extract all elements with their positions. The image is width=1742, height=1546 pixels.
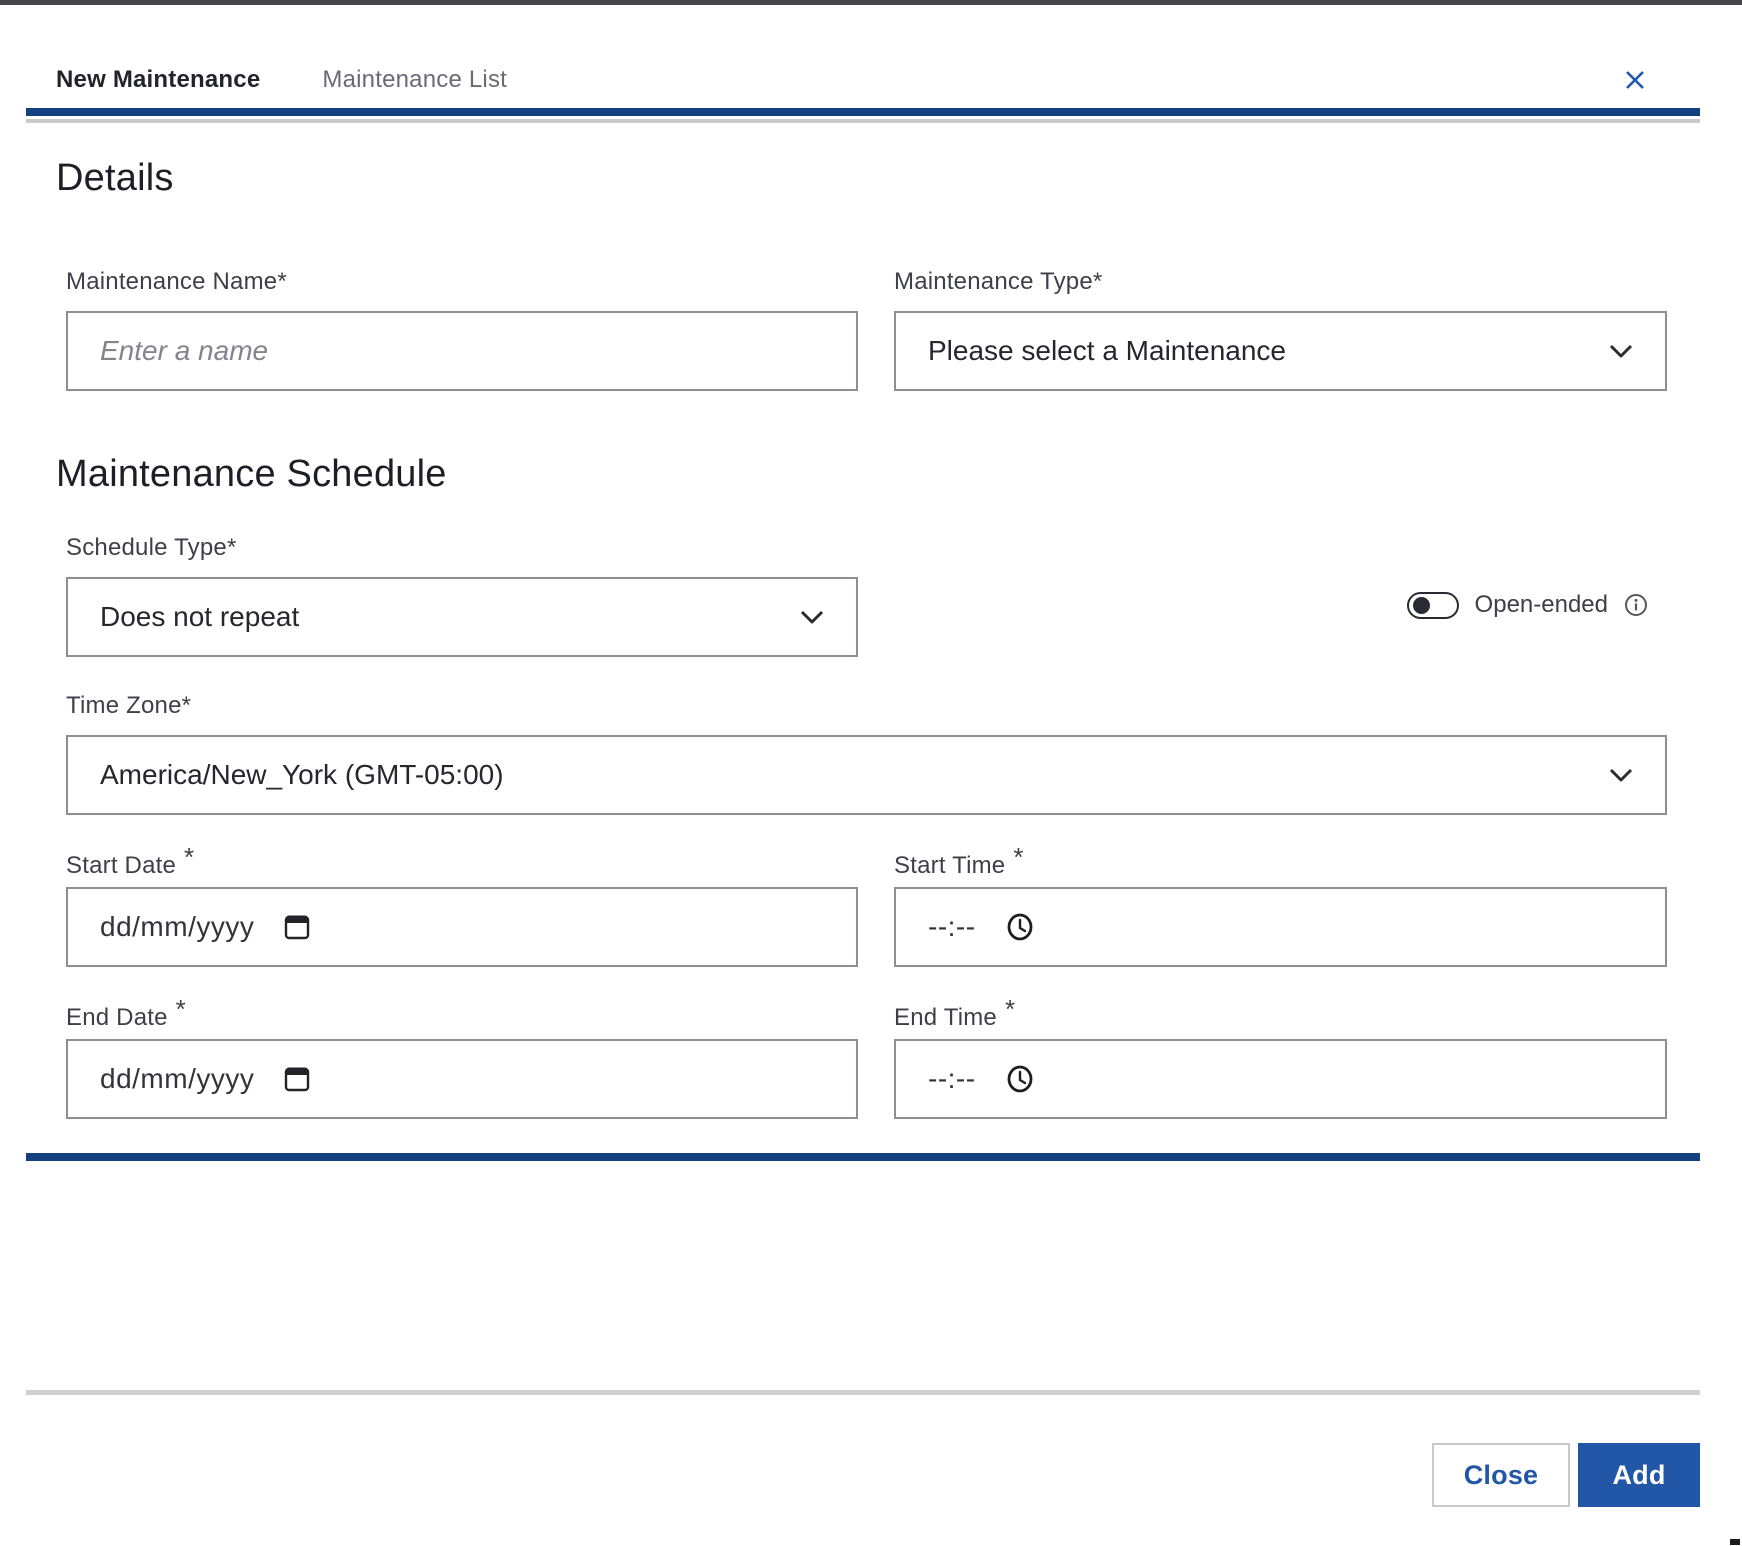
chevron-down-icon: [1607, 342, 1635, 360]
maintenance-name-field: [66, 311, 858, 391]
time-zone-selected-value: America/New_York (GMT-05:00): [100, 759, 504, 791]
header-divider-gray: [26, 119, 1700, 123]
tab-maintenance-list[interactable]: Maintenance List: [322, 63, 507, 97]
schedule-type-field-group: Schedule Type* Does not repeat: [66, 533, 858, 657]
start-time-label: Start Time*: [894, 849, 1667, 881]
open-ended-toggle-group: Open-ended: [858, 591, 1667, 619]
start-time-input[interactable]: --:--: [894, 887, 1667, 967]
maintenance-name-label: Maintenance Name*: [66, 267, 858, 297]
dialog-header: New Maintenance Maintenance List: [26, 5, 1700, 97]
close-icon: [1623, 68, 1647, 92]
info-icon[interactable]: [1624, 593, 1648, 617]
schedule-type-label: Schedule Type*: [66, 533, 858, 563]
end-time-placeholder: --:--: [928, 1063, 976, 1095]
open-ended-toggle[interactable]: [1407, 592, 1459, 619]
body-divider-navy: [26, 1153, 1700, 1161]
clock-icon[interactable]: [1004, 911, 1036, 943]
time-zone-field-group: Time Zone* America/New_York (GMT-05:00): [66, 691, 1667, 815]
chevron-down-icon: [798, 608, 826, 626]
maintenance-name-input[interactable]: [100, 335, 826, 367]
end-date-placeholder: dd/mm/yyyy: [100, 1063, 254, 1095]
maintenance-type-label: Maintenance Type*: [894, 267, 1667, 297]
time-zone-select[interactable]: America/New_York (GMT-05:00): [66, 735, 1667, 815]
clock-icon[interactable]: [1004, 1063, 1036, 1095]
end-date-input[interactable]: dd/mm/yyyy: [66, 1039, 858, 1119]
toggle-knob: [1413, 597, 1430, 614]
end-time-label: End Time*: [894, 1001, 1667, 1033]
end-time-input[interactable]: --:--: [894, 1039, 1667, 1119]
start-date-label: Start Date*: [66, 849, 858, 881]
time-zone-label: Time Zone*: [66, 691, 1667, 721]
required-asterisk: *: [1013, 842, 1023, 872]
chevron-down-icon: [1607, 766, 1635, 784]
start-date-input[interactable]: dd/mm/yyyy: [66, 887, 858, 967]
start-date-field-group: Start Date* dd/mm/yyyy: [66, 849, 858, 967]
required-asterisk: *: [176, 994, 186, 1024]
open-ended-label: Open-ended: [1475, 591, 1608, 619]
calendar-icon[interactable]: [282, 912, 312, 942]
tab-new-maintenance[interactable]: New Maintenance: [56, 63, 260, 97]
start-time-field-group: Start Time* --:--: [894, 849, 1667, 967]
start-date-placeholder: dd/mm/yyyy: [100, 911, 254, 943]
maintenance-type-select[interactable]: Please select a Maintenance: [894, 311, 1667, 391]
tab-bar: New Maintenance Maintenance List: [26, 63, 507, 97]
dialog-footer: Close Add: [26, 1443, 1700, 1507]
close-button[interactable]: Close: [1432, 1443, 1570, 1507]
close-dialog-button[interactable]: [1620, 65, 1650, 95]
required-asterisk: *: [1005, 994, 1015, 1024]
footer-divider-gray: [26, 1390, 1700, 1395]
end-date-field-group: End Date* dd/mm/yyyy: [66, 1001, 858, 1119]
required-asterisk: *: [184, 842, 194, 872]
maintenance-type-field-group: Maintenance Type* Please select a Mainte…: [894, 267, 1667, 391]
calendar-icon[interactable]: [282, 1064, 312, 1094]
screen-corner-artifact: [1730, 1539, 1740, 1545]
maintenance-type-selected-value: Please select a Maintenance: [928, 335, 1286, 367]
header-divider-navy: [26, 108, 1700, 116]
maintenance-name-field-group: Maintenance Name*: [66, 267, 858, 391]
end-time-field-group: End Time* --:--: [894, 1001, 1667, 1119]
schedule-section-title: Maintenance Schedule: [56, 453, 1667, 495]
details-section-title: Details: [56, 157, 1667, 199]
add-button[interactable]: Add: [1578, 1443, 1700, 1507]
end-date-label: End Date*: [66, 1001, 858, 1033]
start-time-placeholder: --:--: [928, 911, 976, 943]
schedule-type-selected-value: Does not repeat: [100, 601, 299, 633]
schedule-type-select[interactable]: Does not repeat: [66, 577, 858, 657]
